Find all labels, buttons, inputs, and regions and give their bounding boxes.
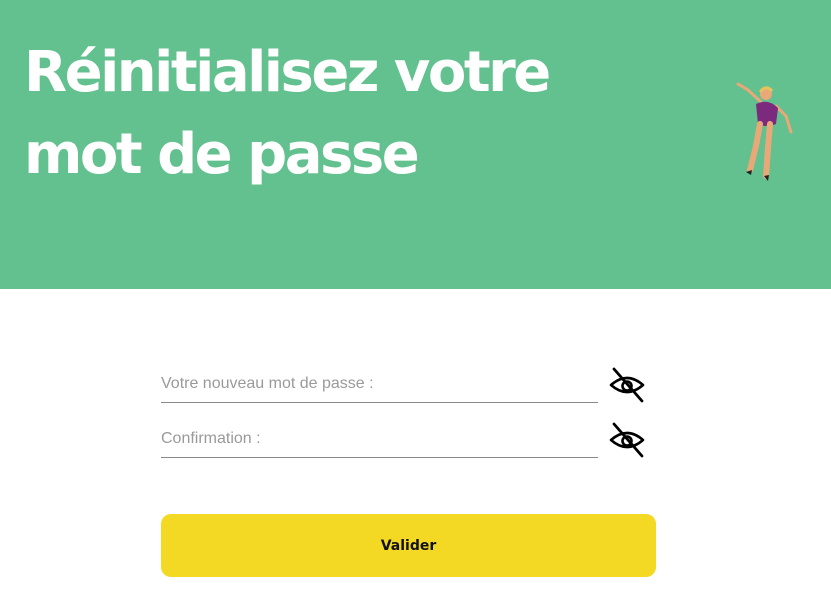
confirm-password-input[interactable] bbox=[161, 421, 598, 457]
eye-off-icon bbox=[609, 422, 645, 458]
eye-off-icon bbox=[609, 367, 645, 403]
hero-banner: Réinitialisez votre mot de passe bbox=[0, 0, 831, 289]
dancing-person-illustration bbox=[736, 82, 793, 181]
submit-button[interactable]: Valider bbox=[161, 514, 656, 577]
page-title: Réinitialisez votre mot de passe bbox=[24, 40, 551, 187]
confirm-password-field bbox=[161, 421, 598, 458]
new-password-field bbox=[161, 366, 598, 403]
new-password-input[interactable] bbox=[161, 366, 598, 402]
toggle-confirm-password-visibility[interactable] bbox=[607, 420, 647, 460]
toggle-new-password-visibility[interactable] bbox=[607, 365, 647, 405]
